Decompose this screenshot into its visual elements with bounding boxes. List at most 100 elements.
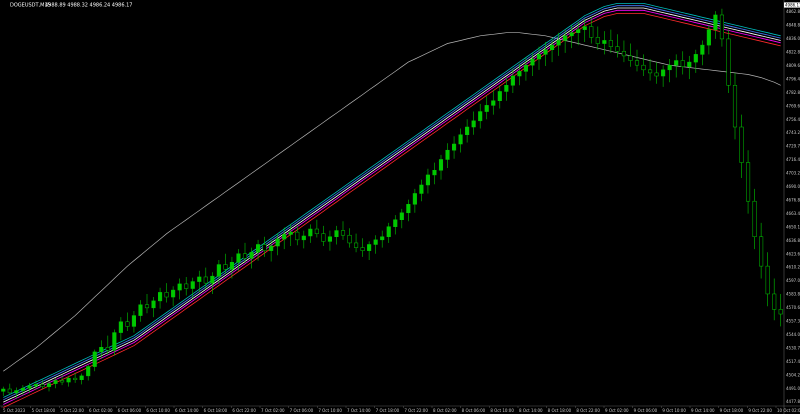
candle-body [504, 85, 509, 92]
candle-body [530, 58, 535, 66]
candle-body [458, 134, 463, 145]
candle-body [693, 54, 698, 63]
ohlc-label: 4988.89 4988.32 4986.24 4986.17 [45, 3, 132, 9]
chart-area[interactable]: 4862.80 4848.88 4836.08 4822.80 4809.60 4796.… [0, 0, 800, 414]
time-tick-label: 8 Oct 22:00 [576, 408, 600, 413]
time-tick-label: 9 Oct 14:00 [691, 408, 715, 413]
candle-body [621, 51, 626, 57]
candle-body [203, 276, 208, 284]
time-tick-label: 8 Oct 18:00 [548, 408, 572, 413]
candle-body [288, 231, 293, 235]
time-tick-label: 5 Oct 2023 [3, 408, 26, 413]
time-tick-label: 6 Oct 14:00 [175, 408, 199, 413]
candle-body [269, 245, 274, 251]
candle-body [14, 390, 19, 394]
candle-body [523, 64, 528, 72]
price-tick-label: 4756.40 [786, 117, 800, 122]
candle-body [138, 304, 143, 316]
candle-body [79, 375, 84, 380]
candle-body [661, 69, 666, 77]
time-tick-label: 9 Oct 22:00 [748, 408, 772, 413]
time-tick-label: 5 Oct 18:00 [32, 408, 56, 413]
candle-body [608, 40, 613, 47]
time-tick-label: 6 Oct 18:00 [204, 408, 228, 413]
price-tick-label: 4557.30 [786, 319, 800, 324]
candle-body [412, 193, 417, 205]
candle-body [700, 44, 705, 55]
candle-body [589, 26, 594, 38]
candle-body [536, 54, 542, 60]
candle-body [301, 235, 306, 241]
candle-body [256, 244, 261, 253]
candle-body [615, 46, 620, 52]
candle-body [112, 332, 117, 351]
candle-body [732, 85, 738, 128]
candle-body [236, 253, 241, 263]
candle-body [27, 385, 32, 389]
candle-body [484, 105, 489, 112]
time-tick-label: 7 Oct 22:00 [404, 408, 428, 413]
candle-body [197, 276, 202, 282]
candle-body [340, 230, 346, 236]
candle-body [491, 100, 496, 106]
candle-body [582, 26, 587, 30]
candle-body [1, 388, 6, 392]
candle-body [33, 384, 38, 387]
candle-body [131, 315, 136, 327]
price-tick-label: 4743.20 [786, 130, 800, 135]
price-tick-label: 4663.40 [786, 211, 800, 216]
price-tick-label: 4796.40 [786, 76, 800, 81]
candle-body [550, 44, 555, 50]
candle-body [40, 384, 45, 387]
time-tick-label: 9 Oct 06:00 [634, 408, 658, 413]
candle-body [497, 91, 502, 101]
time-tick-label: 6 Oct 10:00 [146, 408, 170, 413]
candle-body [190, 281, 195, 289]
candle-body [347, 234, 352, 244]
time-tick-label: 8 Oct 14:00 [519, 408, 543, 413]
candle-body [726, 38, 731, 86]
price-tick-label: 4544.00 [786, 332, 800, 337]
time-tick-label: 10 Oct 02:00 [777, 408, 800, 413]
candle-body [249, 251, 254, 259]
candle-body [393, 219, 398, 227]
price-tick-label: 4491.00 [786, 386, 800, 391]
current-price-label: 4986.17 [785, 3, 800, 8]
time-tick-label: 9 Oct 18:00 [720, 408, 744, 413]
candle-body [308, 228, 313, 237]
price-tick-label: 4836.08 [786, 36, 800, 41]
price-tick-label: 4623.60 [786, 251, 800, 256]
candle-body [465, 126, 470, 135]
candle-body [354, 242, 359, 248]
price-tick-label: 4610.20 [786, 265, 800, 270]
candle-body [739, 126, 744, 163]
price-tick-label: 4477.80 [786, 399, 800, 404]
candle-body [556, 40, 561, 46]
candle-body [60, 380, 65, 383]
candle-body [438, 159, 444, 171]
candle-body [321, 233, 326, 242]
candle-body [634, 60, 640, 66]
candle-body [602, 40, 607, 44]
time-tick-label: 9 Oct 10:00 [662, 408, 686, 413]
time-tick-label: 7 Oct 02:00 [261, 408, 285, 413]
time-tick-label: 8 Oct 06:00 [462, 408, 486, 413]
candle-body [569, 32, 574, 37]
candle-body [510, 75, 515, 86]
candle-body [399, 212, 404, 221]
candle-body [543, 49, 548, 55]
candle-body [759, 236, 764, 267]
price-tick-label: 4729.70 [786, 144, 800, 149]
candle-body [171, 289, 176, 298]
time-tick-label: 9 Oct 02:00 [605, 408, 629, 413]
price-chart[interactable]: 4862.80 4848.88 4836.08 4822.80 4809.60 4796.… [0, 0, 800, 414]
candle-body [752, 200, 757, 238]
candle-body [406, 204, 411, 214]
candle-body [680, 60, 685, 67]
candle-body [99, 347, 104, 353]
candle-body [125, 321, 130, 327]
price-tick-label: 4636.80 [786, 238, 800, 243]
price-tick-label: 4504.20 [786, 372, 800, 377]
candle-body [144, 304, 150, 309]
price-tick-label: 4769.60 [786, 103, 800, 108]
